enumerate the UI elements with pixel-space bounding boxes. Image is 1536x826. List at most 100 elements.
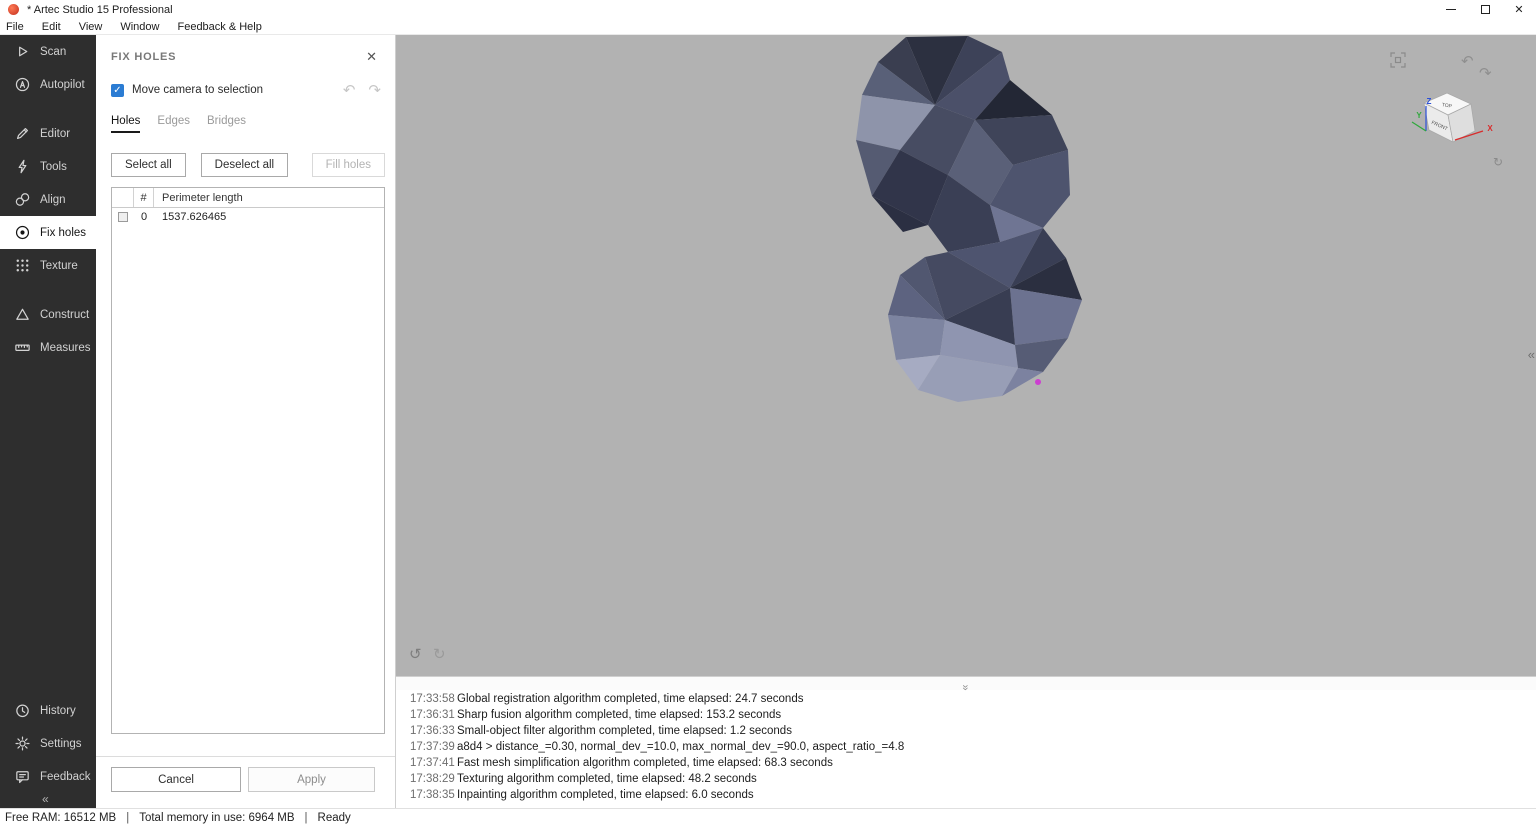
menu-file[interactable]: File	[6, 21, 33, 33]
fix-holes-icon	[14, 224, 31, 241]
window-title: * Artec Studio 15 Professional	[27, 3, 173, 16]
tab-bridges[interactable]: Bridges	[207, 115, 246, 133]
mesh-3d[interactable]	[856, 36, 1082, 402]
deselect-all-button[interactable]: Deselect all	[200, 153, 289, 177]
undo-icon[interactable]: ↶	[343, 81, 356, 99]
viewport-expand-right-button[interactable]: «	[1528, 347, 1535, 362]
gear-icon	[14, 735, 31, 752]
panel-undo-redo: ↶ ↷	[343, 81, 381, 99]
move-camera-row: ✓ Move camera to selection ↶ ↷	[111, 81, 381, 99]
hole-index: 0	[140, 211, 148, 223]
sidebar-item-autopilot[interactable]: Autopilot	[0, 68, 96, 101]
status-ready: Ready	[317, 811, 351, 824]
sidebar-group-model: Construct Measures	[0, 298, 96, 364]
status-separator: |	[304, 811, 308, 824]
scan-icon	[14, 43, 31, 60]
sidebar-item-history[interactable]: History	[0, 694, 96, 727]
menu-view[interactable]: View	[70, 21, 112, 33]
minimize-icon	[1446, 9, 1456, 10]
log-entry: 17:33:58 Global registration algorithm co…	[410, 693, 804, 705]
tab-edges[interactable]: Edges	[157, 115, 190, 133]
window-minimize-button[interactable]	[1434, 0, 1468, 19]
redo-icon[interactable]: ↷	[368, 81, 381, 99]
panel-footer: Cancel Apply	[96, 756, 395, 808]
history-clock-icon	[14, 702, 31, 719]
log-collapse-button[interactable]: «	[396, 677, 1536, 691]
window-controls: ✕	[1434, 0, 1536, 19]
construct-icon	[14, 306, 31, 323]
axis-y-label: Y	[1416, 111, 1422, 120]
tab-holes[interactable]: Holes	[111, 115, 141, 133]
log-entry: 17:37:41 Fast mesh simplification algorit…	[410, 757, 833, 769]
fix-holes-panel: FIX HOLES ✕ ✓ Move camera to selection ↶…	[96, 35, 396, 808]
panel-tabs: Holes Edges Bridges	[111, 115, 380, 133]
menu-window[interactable]: Window	[111, 21, 168, 33]
status-bar: Free RAM: 16512 MB | Total memory in use…	[0, 808, 1536, 826]
log-entry: 17:38:35 Inpainting algorithm completed, …	[410, 789, 754, 801]
log-entry: 17:38:29 Texturing algorithm completed, t…	[410, 773, 757, 785]
sidebar-group-bottom: History Settings Feedback	[0, 694, 96, 793]
viewport-redo-icon[interactable]: ↻	[433, 646, 446, 663]
move-camera-label: Move camera to selection	[132, 84, 264, 96]
menu-edit[interactable]: Edit	[33, 21, 70, 33]
cancel-button[interactable]: Cancel	[111, 767, 241, 792]
select-all-button[interactable]: Select all	[111, 153, 186, 177]
viewport-undo-icon[interactable]: ↺	[409, 646, 422, 663]
sidebar-item-align[interactable]: Align	[0, 183, 96, 216]
sidebar: Scan Autopilot Editor Tools Align Fix ho…	[0, 35, 96, 808]
chevron-down-icon: «	[959, 684, 972, 691]
log-rows: 17:33:58 Global registration algorithm co…	[396, 690, 1536, 803]
sidebar-item-construct[interactable]: Construct	[0, 298, 96, 331]
header-index-column: #	[134, 188, 154, 207]
pencil-icon	[14, 125, 31, 142]
view-history-forward-icon[interactable]: ↷	[1479, 65, 1492, 82]
nav-cube-rotate-icon[interactable]: ↻	[1493, 155, 1503, 169]
holes-actions: Select all Deselect all Fill holes	[111, 153, 385, 177]
panel-close-icon[interactable]: ✕	[366, 49, 377, 65]
fill-holes-button[interactable]: Fill holes	[311, 153, 385, 177]
panel-title: FIX HOLES	[111, 51, 177, 63]
status-separator: |	[126, 811, 130, 824]
sidebar-item-texture[interactable]: Texture	[0, 249, 96, 282]
app-logo-icon	[8, 4, 19, 15]
sidebar-item-scan[interactable]: Scan	[0, 35, 96, 68]
table-row[interactable]: 0 1537.626465	[112, 208, 384, 226]
sidebar-collapse-button[interactable]: «	[0, 793, 96, 808]
chat-bubble-icon	[14, 768, 31, 785]
window-maximize-button[interactable]	[1468, 0, 1502, 19]
axis-z-label: Z	[1427, 97, 1432, 106]
maximize-icon	[1480, 5, 1490, 14]
log-panel: « 17:33:58 Global registration algorithm …	[396, 676, 1536, 808]
autopilot-icon	[14, 76, 31, 93]
hole-perimeter-value: 1537.626465	[162, 211, 227, 223]
navigation-cube[interactable]: TOP FRONT	[1423, 92, 1476, 143]
sidebar-item-feedback[interactable]: Feedback	[0, 760, 96, 793]
status-free-ram: Free RAM: 16512 MB	[5, 811, 117, 824]
holes-table-header: # Perimeter length	[112, 188, 384, 208]
viewport-scene: ↶ ↷ TOP FRONT Z Y X ↻ ↺ ↻	[409, 36, 1503, 663]
sidebar-item-settings[interactable]: Settings	[0, 727, 96, 760]
status-memory-in-use: Total memory in use: 6964 MB	[139, 811, 295, 824]
sidebar-item-tools[interactable]: Tools	[0, 150, 96, 183]
menu-feedback-help[interactable]: Feedback & Help	[168, 21, 270, 33]
texture-icon	[14, 257, 31, 274]
fit-view-icon[interactable]	[1390, 52, 1406, 68]
window-titlebar[interactable]: * Artec Studio 15 Professional ✕	[0, 0, 1536, 19]
hole-row-checkbox[interactable]	[118, 212, 128, 222]
log-entry: 17:36:31 Sharp fusion algorithm completed…	[410, 709, 782, 721]
header-perimeter-column[interactable]: Perimeter length	[154, 192, 384, 204]
hole-marker-dot	[1035, 379, 1041, 385]
apply-button[interactable]: Apply	[248, 767, 375, 792]
sidebar-item-fix-holes[interactable]: Fix holes	[0, 216, 96, 249]
window-close-button[interactable]: ✕	[1502, 0, 1536, 19]
sidebar-item-editor[interactable]: Editor	[0, 117, 96, 150]
move-camera-checkbox[interactable]: ✓	[111, 83, 124, 97]
holes-table: # Perimeter length 0 1537.626465	[111, 187, 385, 734]
viewport-3d[interactable]: ↶ ↷ TOP FRONT Z Y X ↻ ↺ ↻ «	[396, 35, 1536, 676]
sidebar-group-edit: Editor Tools Align Fix holes Texture	[0, 117, 96, 282]
view-history-back-icon[interactable]: ↶	[1461, 53, 1474, 70]
sidebar-group-scan: Scan Autopilot	[0, 35, 96, 101]
align-icon	[14, 191, 31, 208]
log-entry: 17:36:33 Small-object filter algorithm co…	[410, 725, 792, 737]
sidebar-item-measures[interactable]: Measures	[0, 331, 96, 364]
